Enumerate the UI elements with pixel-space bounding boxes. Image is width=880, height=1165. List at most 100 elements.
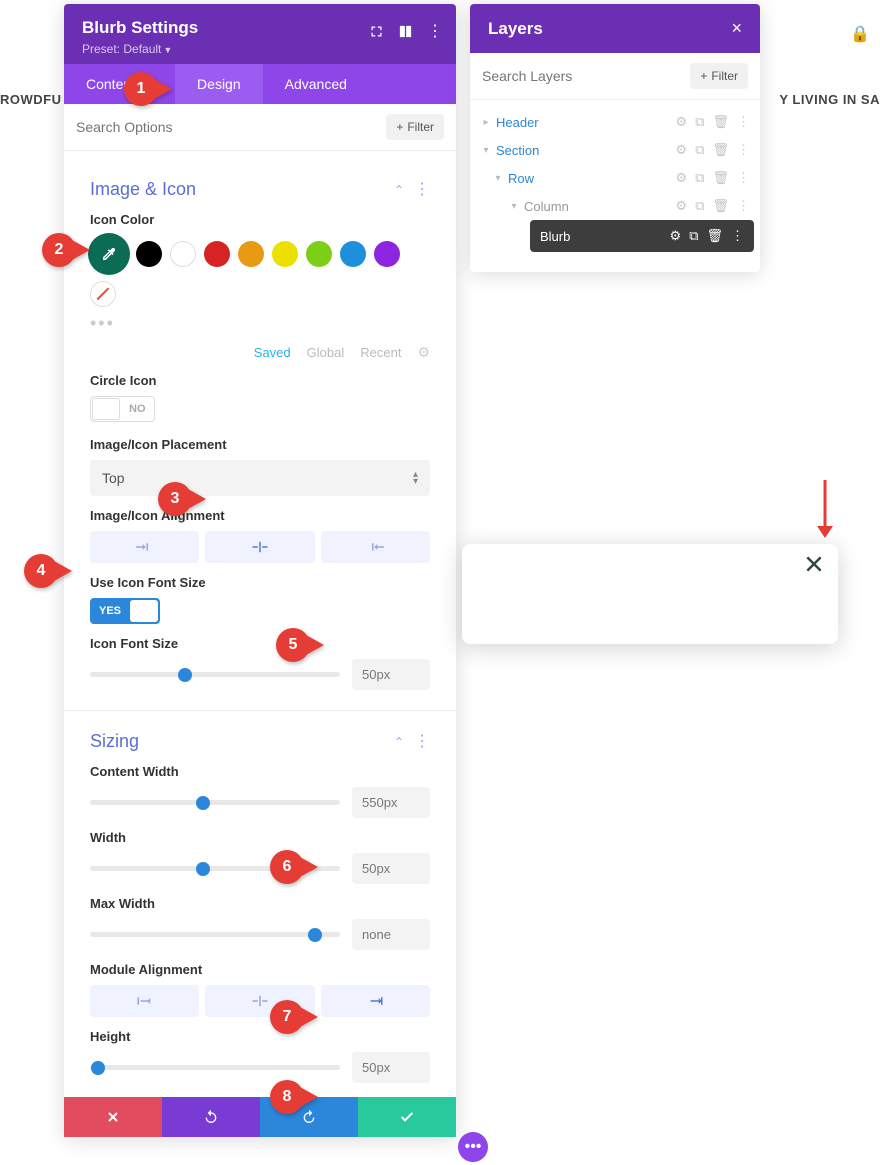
align-right-button[interactable] [321, 531, 430, 563]
swatch-none[interactable] [90, 281, 116, 307]
preview-close-button[interactable] [804, 554, 824, 579]
layer-row-header[interactable]: ▸ Header ⚙ ⧉ 🗑 ⋮ [476, 108, 754, 136]
expand-icon[interactable]: ▾ [480, 145, 492, 156]
section-more-icon[interactable]: ⋮ [414, 734, 430, 750]
width-value[interactable]: 50px [352, 853, 430, 884]
expand-icon[interactable]: ▸ [480, 117, 492, 128]
more-swatches-icon[interactable]: ••• [90, 313, 430, 334]
search-options-input[interactable] [76, 119, 386, 135]
duplicate-icon[interactable]: ⧉ [689, 228, 698, 244]
duplicate-icon[interactable]: ⧉ [695, 198, 704, 214]
circle-icon-label: Circle Icon [90, 373, 430, 388]
swatch-white[interactable] [170, 241, 196, 267]
slider-thumb[interactable] [308, 928, 322, 942]
slider-thumb[interactable] [91, 1061, 105, 1075]
slider-track[interactable] [90, 1065, 340, 1070]
layer-row-column[interactable]: ▾ Column ⚙ ⧉ 🗑 ⋮ [504, 192, 754, 220]
more-icon[interactable]: ⋮ [737, 170, 750, 186]
section-sizing-title[interactable]: Sizing [90, 731, 139, 752]
swatch-blue[interactable] [340, 241, 366, 267]
gear-icon[interactable]: ⚙ [676, 114, 688, 130]
layers-header: Layers × [470, 4, 760, 53]
trash-icon[interactable]: 🗑 [712, 114, 729, 130]
more-icon[interactable]: ⋮ [737, 142, 750, 158]
width-label: Width [90, 830, 430, 845]
layers-close-button[interactable]: × [731, 18, 742, 39]
placement-select[interactable]: Top ▴▾ [90, 460, 430, 496]
tab-advanced[interactable]: Advanced [263, 64, 369, 104]
module-align-left-button[interactable] [90, 985, 199, 1017]
swatch-orange[interactable] [238, 241, 264, 267]
duplicate-icon[interactable]: ⧉ [695, 142, 704, 158]
layer-name[interactable]: Blurb [540, 229, 670, 244]
icon-font-size-value[interactable]: 50px [352, 659, 430, 690]
section-image-icon-title[interactable]: Image & Icon [90, 179, 196, 200]
layer-row-section[interactable]: ▾ Section ⚙ ⧉ 🗑 ⋮ [476, 136, 754, 164]
more-icon[interactable]: ⋮ [731, 228, 744, 244]
collapse-icon[interactable]: ⌃ [394, 183, 404, 197]
more-icon[interactable]: ⋮ [737, 198, 750, 214]
callout-4: 4 [24, 554, 72, 588]
slider-track[interactable] [90, 800, 340, 805]
section-more-icon[interactable]: ⋮ [414, 182, 430, 198]
swatch-yellow[interactable] [272, 241, 298, 267]
cancel-button[interactable] [64, 1097, 162, 1137]
max-width-value[interactable]: none [352, 919, 430, 950]
expand-icon[interactable] [369, 24, 384, 39]
gear-icon[interactable]: ⚙ [670, 228, 682, 244]
layers-search-input[interactable] [482, 68, 690, 84]
content-width-value[interactable]: 550px [352, 787, 430, 818]
layer-row-row[interactable]: ▾ Row ⚙ ⧉ 🗑 ⋮ [488, 164, 754, 192]
palette-tab-saved[interactable]: Saved [254, 345, 291, 360]
layer-name[interactable]: Header [496, 115, 676, 130]
trash-icon[interactable]: 🗑 [706, 228, 723, 244]
circle-icon-toggle[interactable]: NO [90, 396, 155, 422]
expand-icon[interactable]: ▾ [492, 173, 504, 184]
slider-thumb[interactable] [196, 796, 210, 810]
module-align-right-button[interactable] [321, 985, 430, 1017]
more-icon[interactable]: ⋮ [737, 114, 750, 130]
layer-row-blurb[interactable]: Blurb ⚙ ⧉ 🗑 ⋮ [530, 220, 754, 252]
more-icon[interactable]: ⋮ [427, 24, 442, 39]
swatch-red[interactable] [204, 241, 230, 267]
swatch-selected[interactable] [90, 235, 128, 273]
tab-design[interactable]: Design [175, 64, 263, 104]
palette-tab-recent[interactable]: Recent [360, 345, 401, 360]
gear-icon[interactable]: ⚙ [676, 170, 688, 186]
callout-number: 2 [42, 233, 76, 267]
fab-button[interactable]: ••• [458, 1132, 488, 1162]
align-left-button[interactable] [90, 531, 199, 563]
collapse-icon[interactable]: ⌃ [394, 735, 404, 749]
use-font-size-toggle[interactable]: YES [90, 598, 160, 624]
layers-filter-button[interactable]: +Filter [690, 63, 748, 89]
slider-thumb[interactable] [178, 668, 192, 682]
palette-gear-icon[interactable]: ⚙ [417, 344, 430, 361]
height-value[interactable]: 50px [352, 1052, 430, 1083]
slider-thumb[interactable] [196, 862, 210, 876]
preset-selector[interactable]: Preset: Default▼ [82, 42, 438, 56]
swatch-purple[interactable] [374, 241, 400, 267]
callout-number: 3 [158, 482, 192, 516]
slider-track[interactable] [90, 932, 340, 937]
layer-name[interactable]: Column [524, 199, 676, 214]
trash-icon[interactable]: 🗑 [712, 142, 729, 158]
trash-icon[interactable]: 🗑 [712, 198, 729, 214]
duplicate-icon[interactable]: ⧉ [695, 114, 704, 130]
palette-tab-global[interactable]: Global [307, 345, 345, 360]
gear-icon[interactable]: ⚙ [676, 142, 688, 158]
content-width-slider: 550px [90, 787, 430, 818]
confirm-button[interactable] [358, 1097, 456, 1137]
expand-icon[interactable]: ▾ [508, 201, 520, 212]
align-center-button[interactable] [205, 531, 314, 563]
gear-icon[interactable]: ⚙ [676, 198, 688, 214]
columns-icon[interactable] [398, 24, 413, 39]
swatch-green[interactable] [306, 241, 332, 267]
swatch-black[interactable] [136, 241, 162, 267]
filter-button[interactable]: +Filter [386, 114, 444, 140]
slider-track[interactable] [90, 672, 340, 677]
layer-name[interactable]: Section [496, 143, 676, 158]
trash-icon[interactable]: 🗑 [712, 170, 729, 186]
undo-button[interactable] [162, 1097, 260, 1137]
layer-name[interactable]: Row [508, 171, 676, 186]
duplicate-icon[interactable]: ⧉ [695, 170, 704, 186]
